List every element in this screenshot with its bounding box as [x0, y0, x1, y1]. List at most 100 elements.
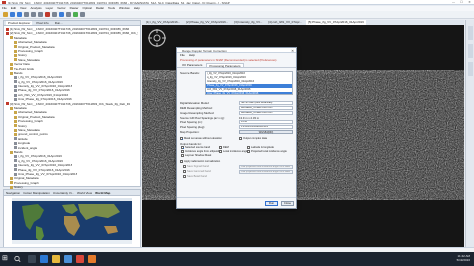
dialog-titlebar: Range Doppler Terrain Correction ✕ — [177, 48, 296, 53]
terrain-correction-dialog: Range Doppler Terrain Correction ✕ File H… — [176, 47, 297, 209]
folder-icon — [10, 67, 13, 71]
folder-icon — [10, 106, 13, 110]
minimize-button[interactable]: — — [451, 0, 456, 4]
dem-select[interactable]: SRTM 3Sec (Auto Download) — [239, 101, 293, 105]
selected-source-band-checkbox[interactable]: Selected source band — [181, 146, 210, 149]
pan-icon[interactable] — [66, 12, 71, 17]
output-complex-checkbox[interactable]: Output complex data — [239, 137, 267, 140]
sigma0-incidence-select[interactable]: Use projected local incidence angle from… — [239, 165, 293, 169]
snap-taskbar-icon[interactable] — [88, 255, 96, 263]
tab-product-explorer[interactable]: Product Explorer — [6, 21, 33, 25]
start-button[interactable]: ⊞ — [2, 255, 9, 263]
save-sigma0-checkbox[interactable]: Save Sigma0 band — [183, 165, 209, 168]
checkbox-unchecked-icon — [183, 175, 186, 178]
layover-shadow-checkbox[interactable]: Layover Shadow Mask — [181, 154, 211, 157]
dem-resampling-select[interactable]: BILINEAR_INTERPOLATION — [239, 106, 293, 110]
map-projection-button[interactable]: WGS84(DD) — [239, 130, 293, 134]
tab-uncertainty-vi-[interactable]: Uncertainty Vi... — [53, 190, 74, 195]
folder-icon — [14, 115, 17, 119]
checkbox-checked-icon — [180, 137, 184, 141]
dem-resampling-label: DEM Resampling Method: — [180, 106, 213, 110]
band-icon — [14, 97, 17, 101]
copy-icon[interactable] — [52, 12, 57, 17]
projected-local-incidence-checkbox[interactable]: Projected local incidence angle — [247, 150, 287, 153]
pixel-spacing-deg-input[interactable]: 1.2513155016486637E-4 — [239, 125, 293, 129]
navigation-compass[interactable] — [147, 28, 167, 48]
chrome-icon[interactable] — [76, 255, 84, 263]
latlon-checkbox[interactable]: Latitude & longitude — [247, 146, 274, 149]
tab-io-parameters[interactable]: I/O Parameters — [180, 63, 204, 67]
search-icon[interactable] — [12, 255, 22, 263]
folder-icon — [14, 58, 17, 62]
sidebar-tab-mask-manager[interactable] — [468, 44, 473, 58]
store-icon[interactable] — [64, 255, 72, 263]
world-map-panel: Navigation Colour Manipulation Uncertainty… — [3, 189, 141, 247]
image-resampling-label: Image Resampling Method: — [180, 111, 215, 115]
tab-navigation[interactable]: Navigation — [6, 190, 20, 195]
file-explorer-icon[interactable] — [52, 255, 60, 263]
dem-checkbox[interactable]: DEM — [219, 146, 229, 149]
checkbox-unchecked-icon — [247, 150, 250, 153]
dem-label: Digital Elevation Model: — [180, 101, 210, 105]
folder-icon — [14, 111, 17, 115]
mask-no-elevation-checkbox[interactable]: Mask out areas without elevation — [180, 137, 222, 140]
band-icon — [14, 155, 17, 159]
window-controls: — ☐ ✕ — [451, 0, 472, 4]
product-icon — [6, 32, 9, 36]
image-resampling-select[interactable]: BILINEAR_INTERPOLATION — [239, 111, 293, 115]
tab-world-map[interactable]: World Map — [95, 190, 110, 195]
tab-run-[interactable]: Run... — [53, 21, 65, 25]
right-sidebar — [465, 20, 474, 247]
map-projection-label: Map Projection: — [180, 130, 200, 134]
save-icon[interactable] — [10, 12, 15, 17]
local-incidence-checkbox[interactable]: Local incidence angle — [219, 150, 248, 153]
main-toolbar — [0, 11, 474, 19]
zoom-icon[interactable] — [59, 12, 64, 17]
band-icon — [14, 84, 17, 88]
dialog-close-icon[interactable]: ✕ — [291, 49, 294, 53]
band-icon — [14, 93, 17, 97]
window-titlebar: [1] S1A_IW_SLC__1SDV_20160407T011736_201… — [0, 0, 474, 5]
incidence-ellipsoid-checkbox[interactable]: Incidence angle from ellipsoid — [181, 150, 219, 153]
settings-icon[interactable] — [80, 12, 85, 17]
close-dialog-button[interactable]: Close — [281, 201, 294, 206]
system-clock[interactable]: 11:42 AM 5/19/2016 — [457, 254, 470, 262]
sidebar-tab-layer-manager[interactable] — [468, 26, 473, 40]
folder-icon — [14, 45, 17, 49]
open-product-icon[interactable] — [3, 12, 8, 17]
redo-icon[interactable] — [31, 12, 36, 17]
gamma0-incidence-select[interactable]: Use projected local incidence angle from… — [239, 170, 293, 174]
tab-processing-parameters[interactable]: Processing Parameters — [206, 63, 244, 68]
edge-icon[interactable] — [40, 255, 48, 263]
checkbox-unchecked-icon — [219, 146, 222, 149]
export-icon[interactable] — [17, 12, 22, 17]
save-gamma0-checkbox[interactable]: Save Gamma0 band — [183, 170, 211, 173]
run-icon[interactable] — [73, 12, 78, 17]
folder-icon — [10, 62, 13, 66]
checkbox-unchecked-icon — [183, 165, 186, 168]
folder-icon — [10, 181, 13, 185]
tab-world-view[interactable]: World View — [77, 190, 92, 195]
delete-icon[interactable] — [45, 12, 50, 17]
apply-radiometric-checkbox[interactable]: Apply radiometric normalization — [180, 160, 220, 163]
band-icon — [14, 159, 17, 163]
task-view-icon[interactable] — [28, 255, 36, 263]
pixel-spacing-deg-label: Pixel Spacing (deg): — [180, 125, 206, 129]
undo-icon[interactable] — [24, 12, 29, 17]
maximize-button[interactable]: ☐ — [459, 0, 464, 4]
cut-icon[interactable] — [38, 12, 43, 17]
checkbox-unchecked-icon — [181, 154, 184, 157]
run-button[interactable]: Run — [265, 201, 278, 206]
band-icon — [14, 141, 17, 145]
pixel-spacing-m-input[interactable]: 13.93 — [239, 120, 293, 124]
tab-colour-manipulation[interactable]: Colour Manipulation — [23, 190, 50, 195]
source-band-item[interactable]: Unw_Phase_ifg_VV_07Apr2016_01Apr2016 — [206, 92, 292, 94]
save-beta0-checkbox[interactable]: Save Beta0 band — [183, 175, 207, 178]
source-bands-list[interactable]: i_ifg_VV_07Apr2016_01Apr2016 q_ifg_VV_07A… — [205, 71, 293, 95]
product-tree: [1] S1A_IW_SLC__1SDV_20160407T011736_201… — [4, 26, 140, 190]
product-icon — [6, 102, 9, 106]
sidebar-tab-product-library[interactable] — [468, 62, 473, 76]
tab-pixel-info[interactable]: Pixel Info — [34, 21, 50, 25]
close-button[interactable]: ✕ — [467, 0, 472, 4]
world-map-view[interactable] — [4, 196, 140, 247]
